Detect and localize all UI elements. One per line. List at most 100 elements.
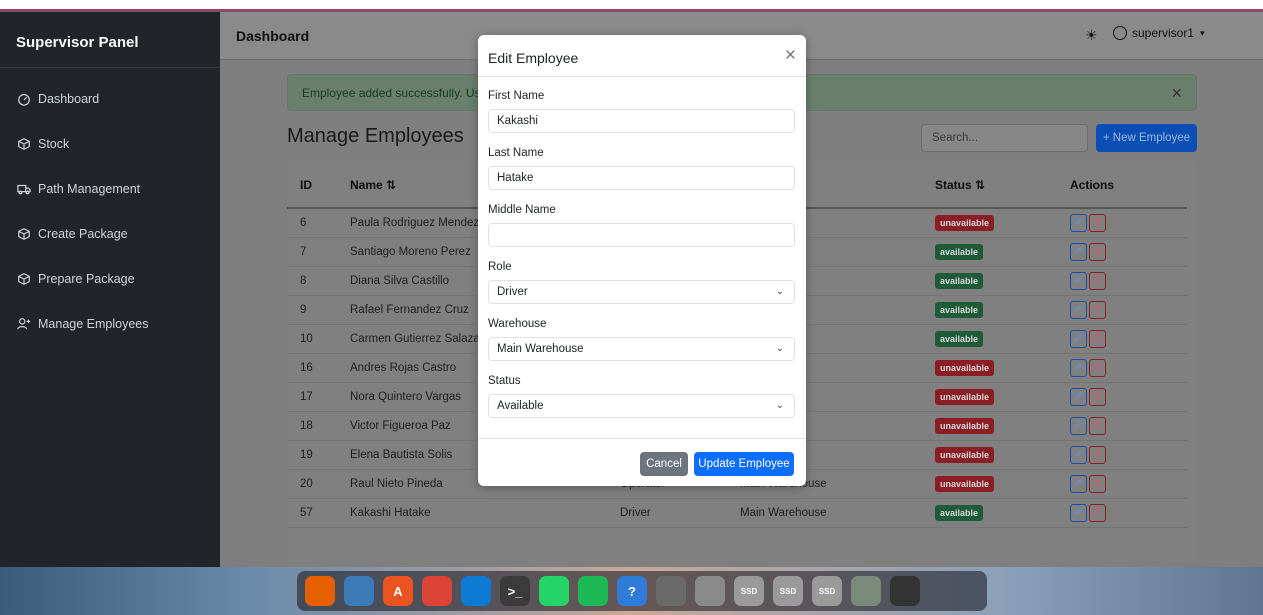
cell-actions — [1057, 469, 1187, 499]
close-icon[interactable]: × — [1171, 83, 1182, 104]
delete-button[interactable] — [1089, 300, 1106, 319]
settings-icon[interactable] — [656, 576, 686, 606]
sidebar-item-stock[interactable]: Stock — [0, 121, 220, 166]
role-select[interactable]: Driver ⌄ — [488, 280, 795, 304]
edit-employee-modal: Edit Employee × First Name Kakashi Last … — [478, 35, 806, 486]
edit-button[interactable] — [1070, 387, 1087, 406]
delete-button[interactable] — [1089, 242, 1106, 261]
cell-id: 17 — [287, 382, 337, 412]
terminal-icon[interactable]: >_ — [500, 576, 530, 606]
apps-grid-icon[interactable] — [890, 576, 920, 606]
middle-name-field[interactable] — [488, 223, 795, 247]
edit-button[interactable] — [1070, 329, 1087, 348]
warehouse-select[interactable]: Main Warehouse ⌄ — [488, 337, 795, 361]
cell-status: unavailable — [922, 382, 1057, 412]
sidebar-item-label: Stock — [38, 136, 70, 151]
cell-id: 9 — [287, 295, 337, 325]
sidebar-item-path-management[interactable]: Path Management — [0, 166, 220, 211]
cell-actions — [1057, 237, 1187, 267]
cell-actions — [1057, 324, 1187, 354]
truck-icon — [16, 181, 32, 197]
cell-id: 19 — [287, 440, 337, 470]
sidebar-item-create-package[interactable]: Create Package — [0, 211, 220, 256]
header-actions: Actions — [1057, 162, 1187, 209]
edit-button[interactable] — [1070, 445, 1087, 464]
header-id[interactable]: ID — [287, 162, 337, 209]
whatsapp-icon[interactable] — [539, 576, 569, 606]
delete-button[interactable] — [1089, 271, 1106, 290]
edit-button[interactable] — [1070, 213, 1087, 232]
edit-button[interactable] — [1070, 242, 1087, 261]
user-menu[interactable]: supervisor1 ▾ — [1113, 26, 1205, 40]
help-icon[interactable]: ? — [617, 576, 647, 606]
status-badge: unavailable — [935, 446, 995, 463]
modal-header: Edit Employee × — [478, 35, 806, 77]
disk-icon[interactable]: SSD — [812, 576, 842, 606]
section-heading: Manage Employees — [287, 125, 464, 147]
close-icon[interactable]: × — [785, 45, 796, 67]
chevron-down-icon: ⌄ — [775, 343, 784, 354]
cell-status: available — [922, 324, 1057, 354]
chrome-icon[interactable] — [422, 576, 452, 606]
cell-actions — [1057, 353, 1187, 383]
chevron-down-icon: ⌄ — [775, 400, 784, 411]
first-name-field[interactable]: Kakashi — [488, 109, 795, 133]
theme-toggle-sun-icon[interactable]: ☀ — [1085, 27, 1098, 44]
box-icon — [16, 136, 32, 152]
status-badge: available — [935, 330, 984, 347]
trash-icon — [1093, 420, 1102, 432]
status-badge: unavailable — [935, 388, 995, 405]
trash-icon — [1093, 362, 1102, 374]
edit-button[interactable] — [1070, 416, 1087, 435]
delete-button[interactable] — [1089, 329, 1106, 348]
trash-icon — [1093, 449, 1102, 461]
edit-button[interactable] — [1070, 300, 1087, 319]
update-employee-button[interactable]: Update Employee — [694, 452, 794, 476]
delete-button[interactable] — [1089, 503, 1106, 522]
taskbar-dock: A >_? SSD SSD SSD — [297, 571, 987, 611]
firefox-icon[interactable] — [305, 576, 335, 606]
delete-button[interactable] — [1089, 416, 1106, 435]
disk-icon[interactable]: SSD — [773, 576, 803, 606]
last-name-field[interactable]: Hatake — [488, 166, 795, 190]
edit-button[interactable] — [1070, 271, 1087, 290]
status-badge: unavailable — [935, 214, 995, 231]
delete-button[interactable] — [1089, 213, 1106, 232]
spotify-icon[interactable] — [578, 576, 608, 606]
new-employee-button[interactable]: + New Employee — [1096, 124, 1197, 152]
sidebar-item-manage-employees[interactable]: Manage Employees — [0, 301, 220, 346]
sidebar-item-dashboard[interactable]: Dashboard — [0, 76, 220, 121]
trash-icon[interactable] — [851, 576, 881, 606]
search-input[interactable]: Search... — [921, 124, 1088, 152]
delete-button[interactable] — [1089, 358, 1106, 377]
status-badge: unavailable — [935, 359, 995, 376]
dashboard-gauge-icon — [16, 91, 32, 107]
user-circle-icon — [1113, 26, 1127, 40]
trash-icon — [1093, 507, 1102, 519]
header-status[interactable]: Status ⇅ — [922, 162, 1057, 209]
edit-button[interactable] — [1070, 358, 1087, 377]
edit-button[interactable] — [1070, 503, 1087, 522]
cell-actions — [1057, 440, 1187, 470]
screenshot-icon[interactable] — [695, 576, 725, 606]
files-icon[interactable] — [344, 576, 374, 606]
vscode-icon[interactable] — [461, 576, 491, 606]
status-badge: available — [935, 243, 984, 260]
box-icon — [16, 226, 32, 242]
delete-button[interactable] — [1089, 474, 1106, 493]
edit-button[interactable] — [1070, 474, 1087, 493]
sidebar-brand: Supervisor Panel — [0, 12, 220, 68]
cell-actions — [1057, 295, 1187, 325]
status-select[interactable]: Available ⌄ — [488, 394, 795, 418]
sidebar-item-prepare-package[interactable]: Prepare Package — [0, 256, 220, 301]
delete-button[interactable] — [1089, 387, 1106, 406]
delete-button[interactable] — [1089, 445, 1106, 464]
cancel-button[interactable]: Cancel — [640, 452, 688, 476]
cell-actions — [1057, 208, 1187, 238]
disk-icon[interactable]: SSD — [734, 576, 764, 606]
pencil-icon — [1074, 333, 1083, 345]
trash-icon — [1093, 217, 1102, 229]
cell-status: available — [922, 266, 1057, 296]
app-store-icon[interactable]: A — [383, 576, 413, 606]
status-label: Status — [488, 375, 521, 387]
